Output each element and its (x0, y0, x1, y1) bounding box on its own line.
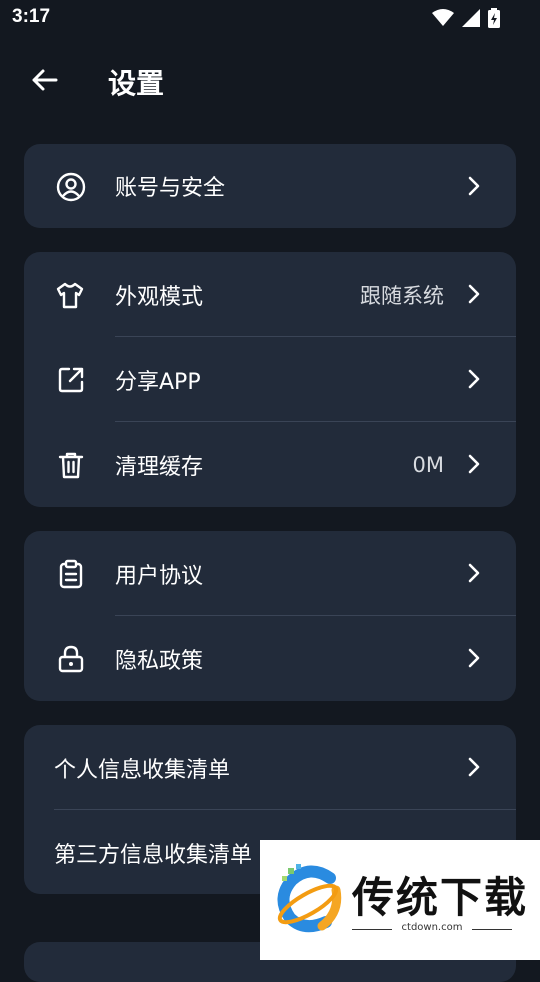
signal-icon (462, 9, 480, 27)
share-app-label: 分享APP (115, 369, 201, 395)
chevron-right-icon (468, 563, 480, 583)
third-party-info-list-label: 第三方信息收集清单 (54, 842, 253, 868)
chevron-right-icon (468, 284, 480, 304)
chevron-right-icon (468, 648, 480, 668)
share-icon (58, 367, 84, 393)
lock-icon (58, 645, 84, 673)
appearance-row[interactable]: 外观模式 跟随系统 (24, 252, 516, 337)
appearance-label: 外观模式 (115, 284, 204, 310)
appearance-value: 跟随系统 (360, 283, 444, 308)
share-app-row[interactable]: 分享APP (24, 337, 516, 422)
cache-size-value: 0M (412, 452, 444, 477)
user-agreement-row[interactable]: 用户协议 (24, 531, 516, 616)
chevron-right-icon (468, 757, 480, 777)
status-bar: 3:17 (0, 0, 540, 36)
chevron-right-icon (468, 176, 480, 196)
battery-icon (488, 8, 500, 28)
user-circle-icon (56, 172, 86, 202)
personal-info-list-label: 个人信息收集清单 (54, 757, 231, 783)
watermark-logo-icon (277, 864, 342, 933)
chevron-right-icon (468, 454, 480, 474)
arrow-left-icon (32, 69, 58, 91)
chevron-right-icon (468, 369, 480, 389)
account-security-row[interactable]: 账号与安全 (24, 144, 516, 228)
watermark: 传统下载 ctdown.com (260, 840, 540, 960)
back-button[interactable] (24, 60, 64, 100)
clipboard-icon (59, 559, 83, 589)
top-bar: 设置 (0, 50, 540, 110)
status-icons (432, 8, 500, 28)
wifi-icon (432, 9, 454, 26)
clear-cache-label: 清理缓存 (115, 454, 204, 480)
account-card: 账号与安全 (24, 144, 516, 228)
personal-info-list-row[interactable]: 个人信息收集清单 (24, 725, 516, 810)
general-card: 外观模式 跟随系统 分享APP 清理缓存 0M (24, 252, 516, 507)
page-title: 设置 (108, 67, 165, 100)
account-security-label: 账号与安全 (115, 176, 226, 201)
privacy-policy-label: 隐私政策 (115, 648, 204, 674)
tshirt-icon (56, 282, 84, 309)
watermark-brand: 传统下载 (352, 873, 529, 922)
watermark-url: ctdown.com (352, 922, 512, 933)
user-agreement-label: 用户协议 (115, 563, 204, 589)
clear-cache-row[interactable]: 清理缓存 0M (24, 422, 516, 507)
privacy-policy-row[interactable]: 隐私政策 (24, 616, 516, 701)
status-time: 3:17 (12, 6, 51, 27)
trash-icon (58, 452, 84, 479)
legal-card: 用户协议 隐私政策 (24, 531, 516, 701)
